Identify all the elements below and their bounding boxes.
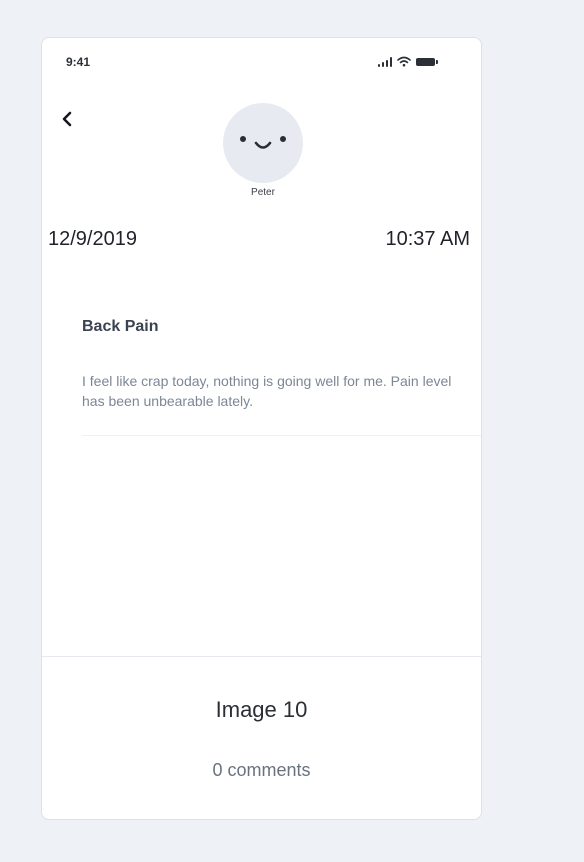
status-bar-time: 9:41 (66, 55, 91, 69)
status-bar-icons (378, 56, 458, 67)
entry-divider (82, 435, 481, 436)
image-label: Image 10 (215, 697, 308, 722)
entry-date: 12/9/2019 (48, 228, 137, 250)
avatar (223, 103, 303, 183)
entry-body: I feel like crap today, nothing is going… (82, 373, 452, 409)
entry-time: 10:37 AM (385, 228, 470, 250)
journal-entry-card: 9:41 Peter 12/9/2019 10:37 AM Back Pain … (41, 37, 482, 820)
battery-cap (436, 60, 438, 64)
smiley-face-icon (240, 136, 286, 149)
comments-link[interactable]: 0 comments (42, 760, 481, 781)
footer-divider (42, 656, 481, 657)
signal-icon (378, 57, 392, 67)
battery-icon (416, 58, 435, 66)
chevron-left-icon (62, 111, 72, 127)
back-button[interactable] (56, 108, 78, 130)
entry-title: Back Pain (82, 318, 159, 335)
wifi-icon (397, 56, 411, 67)
user-name: Peter (251, 187, 275, 198)
